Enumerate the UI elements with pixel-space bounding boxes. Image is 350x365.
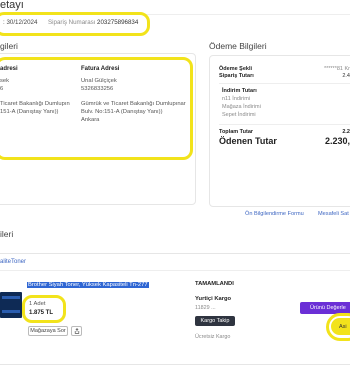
shipping-fee: Ücretsiz Kargo: [195, 334, 231, 340]
billing-name: Unal Gülçiçek: [81, 78, 117, 84]
subtotal-value: 2.4: [342, 73, 350, 79]
cargo-track-label: Kargo Takip: [200, 318, 230, 324]
paid-value: 2.230,: [324, 136, 350, 146]
discount-store: Mağaza İndirimi: [222, 104, 261, 110]
delivery-name: sek: [0, 78, 10, 84]
subtotal-row: Sipariş Tutarı 2.4: [219, 73, 350, 79]
share-button[interactable]: [71, 326, 82, 336]
payment-method-row: Ödeme Şekli ******81 Kr: [219, 66, 350, 72]
paid-label: Ödenen Tutar: [219, 136, 277, 146]
preinfo-form-link[interactable]: Ön Bilgilendirme Formu: [245, 211, 304, 217]
paid-row: Ödenen Tutar 2.230,: [219, 136, 350, 148]
divider: [219, 124, 350, 125]
billing-city: Ankara: [81, 117, 100, 123]
billing-address-title: Fatura Adresi: [81, 66, 120, 72]
help-button[interactable]: Asi: [331, 318, 350, 335]
addresses-title: gileri: [0, 41, 18, 51]
order-number-label: Sipariş Numarası :: [48, 19, 99, 26]
divider: [0, 270, 350, 271]
discounts-label: İndirim Tutarı: [222, 88, 257, 94]
help-button-label: Asi: [339, 323, 347, 330]
ask-store-label: Mağazaya Sor: [30, 328, 66, 334]
ask-store-button[interactable]: Mağazaya Sor: [28, 326, 68, 336]
distance-sales-link[interactable]: Mesafeli Sat: [318, 211, 349, 217]
delivery-line1: Ticaret Bakanlığı Dumlupın: [0, 101, 70, 107]
billing-line2: Bulv. No:151-A (Danıştay Yanı)): [81, 109, 163, 115]
cargo-track-button[interactable]: Kargo Takip: [195, 316, 235, 326]
cargo-company: Yurtiçi Kargo: [195, 296, 232, 302]
payment-method-value: ******81 Kr: [324, 66, 350, 72]
order-status: TAMAMLANDI: [195, 281, 234, 287]
payment-title: Ödeme Bilgileri: [209, 41, 267, 51]
delivery-address-title: adresi: [0, 66, 18, 72]
total-row: Toplam Tutar 2.2: [219, 129, 350, 135]
subtotal-label: Sipariş Tutarı: [219, 73, 254, 79]
product-price: 1.875 TL: [29, 310, 54, 316]
delivery-line2: 151-A (Danıştay Yanı)): [0, 109, 59, 115]
billing-phone: 5326833256: [81, 86, 114, 92]
product-name-link[interactable]: Brother Siyah Toner, Yüksek Kapasiteli T…: [27, 282, 149, 288]
share-icon: [74, 328, 79, 334]
products-title: ileri: [0, 229, 14, 239]
quantity-price-highlight: [22, 295, 66, 323]
payment-method-label: Ödeme Şekli: [219, 66, 253, 72]
billing-line1: Gümrük ve Ticaret Bakanlığı Dumlupınar: [81, 101, 186, 107]
store-name-link[interactable]: aliteToner: [0, 259, 26, 265]
page-title: etayı: [0, 0, 24, 11]
rate-product-label: Ürünü Değerle: [310, 305, 346, 311]
total-value: 2.2: [342, 129, 350, 135]
order-number: 203275896834: [97, 19, 139, 26]
total-label: Toplam Tutar: [219, 129, 254, 135]
discount-cart: Sepet İndirimi: [222, 112, 256, 118]
product-quantity: 1 Adet: [29, 301, 46, 307]
tracking-number: 11829 ...: [195, 305, 216, 311]
divider: [219, 83, 350, 84]
product-image[interactable]: [0, 292, 22, 318]
discount-n11: n11 İndirimi: [222, 96, 251, 102]
order-date: : 30/12/2024: [3, 19, 38, 26]
delivery-phone: 6: [0, 86, 4, 92]
